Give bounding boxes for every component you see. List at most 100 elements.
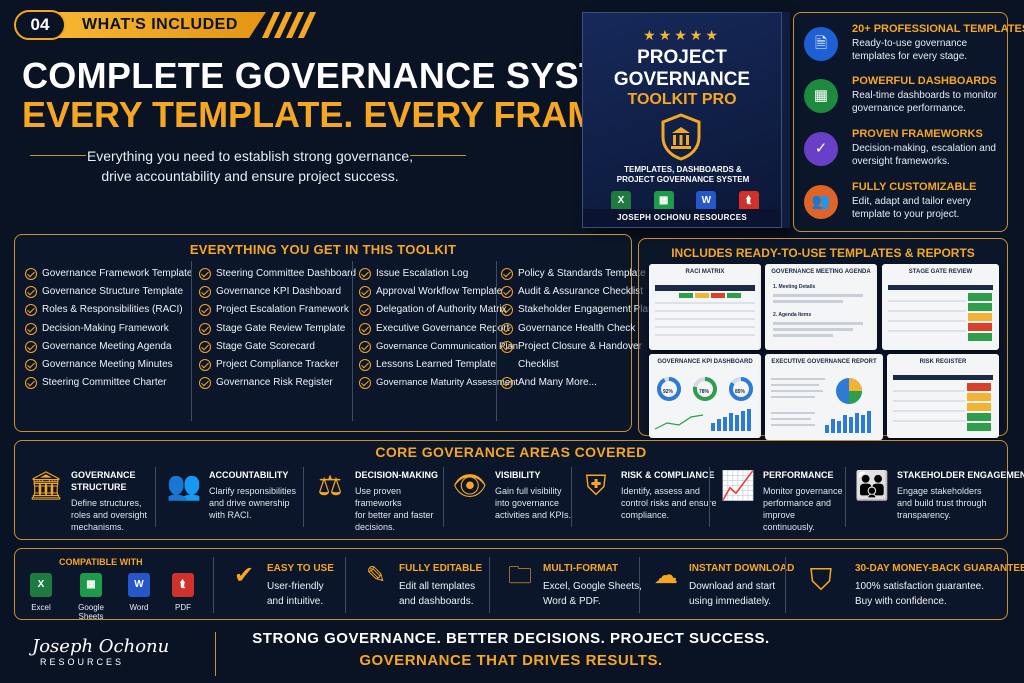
area-divider xyxy=(571,467,572,527)
check-icon xyxy=(359,340,371,353)
benefits-strip: COMPATIBLE WITH X Excel ▦ Google Sheets WW… xyxy=(14,548,1024,621)
area-divider xyxy=(155,467,156,527)
toolkit-list-panel: EVERYTHING YOU GET IN THIS TOOLKIT Gover… xyxy=(14,234,654,432)
check-icon xyxy=(359,304,371,317)
feature-dashboards: ▦ POWERFUL DASHBOARDS Real-time dashboar… xyxy=(804,75,1004,125)
list-item: Audit & Assurance Checklist xyxy=(501,283,654,301)
check-icon xyxy=(25,304,37,317)
footer-tagline: STRONG GOVERNANCE. BETTER DECISIONS. PRO… xyxy=(252,630,770,647)
check-icon xyxy=(199,340,211,353)
areas-title: CORE GOVERANCE AREAS COVERED xyxy=(375,444,647,460)
list-item: Governance Meeting Agenda xyxy=(25,338,192,356)
thumb-meeting-agenda: GOVERNANCE MEETING AGENDA 1. Meeting Det… xyxy=(765,264,877,350)
list-item: Governance Risk Register xyxy=(199,374,356,392)
thumb-stage-gate-review: STAGE GATE REVIEW xyxy=(882,264,999,350)
templates-panel: INCLUDES READY-TO-USE TEMPLATES & REPORT… xyxy=(638,238,1008,440)
features-panel: 🗎 20+ PROFESSIONAL TEMPLATES Ready-to-us… xyxy=(793,12,1024,232)
compatible-title: COMPATIBLE WITH xyxy=(59,557,143,567)
chart-monitor-icon: 📈 xyxy=(720,470,756,501)
check-icon xyxy=(199,304,211,317)
box-footer: JOSEPH OCHONU RESOURCES xyxy=(583,209,781,227)
check-icon xyxy=(199,268,211,280)
excel-icon: X xyxy=(30,573,52,597)
check-icon xyxy=(359,358,371,371)
check-icon xyxy=(359,268,371,280)
list-item: Policy & Standards Template xyxy=(501,265,654,283)
compat-word: W Word xyxy=(119,573,159,612)
raci-table-graphic xyxy=(655,285,755,336)
list-item: Governance Framework Template xyxy=(25,265,192,283)
box-app-icons: X ▦ W ⮬ xyxy=(611,191,759,211)
area-decision-making: ⚖ DECISION-MAKING Use proven frameworks f… xyxy=(311,465,445,539)
toolkit-column-1: Governance Framework Template Governance… xyxy=(25,265,192,392)
list-item: Steering Committee Charter xyxy=(25,374,192,392)
toolkit-column-4: Policy & Standards Template Audit & Assu… xyxy=(501,265,654,392)
list-item: Governance Structure Template xyxy=(25,283,192,301)
risk-register-graphic xyxy=(893,375,993,431)
area-risk-compliance: ⛨ RISK & COMPLIANCE Identify, assess and… xyxy=(577,465,717,539)
area-stakeholder-engagement: 👪 STAKEHOLDER ENGAGEMENT Engage stakehol… xyxy=(853,465,1024,539)
benefit-fully-editable: ✎ FULLY EDITABLE Edit all templates and d… xyxy=(361,557,491,615)
rating-stars: ★★★★★ xyxy=(643,27,721,43)
benefit-divider xyxy=(345,557,346,613)
group-icon: 👪 xyxy=(854,470,890,501)
feature-customizable: 👥 FULLY CUSTOMIZABLE Edit, adapt and tai… xyxy=(804,181,1004,231)
benefit-easy-to-use: ✔ EASY TO USE User-friendly and intuitive… xyxy=(229,557,349,615)
box-title: PROJECT GOVERNANCE xyxy=(613,47,751,90)
check-icon xyxy=(25,358,37,371)
list-item: Governance Maturity Assessment xyxy=(359,374,518,392)
shield-check-icon: ⛉ xyxy=(809,564,833,597)
check-icon xyxy=(359,377,371,390)
check-icon xyxy=(199,358,211,371)
check-icon xyxy=(25,322,37,335)
product-box: ★★★★★ PROJECT GOVERNANCE TOOLKIT PRO TEM… xyxy=(582,12,782,228)
governance-areas-panel: CORE GOVERANCE AREAS COVERED 🏛 GOVERNANC… xyxy=(14,440,1024,540)
check-icon xyxy=(25,286,37,299)
spreadsheet-icon: ▦ xyxy=(804,79,838,113)
benefit-money-back: ⛉ 30-DAY MONEY-BACK GUARANTEE 100% satis… xyxy=(801,557,1024,615)
shield-gear-icon: ⛨ xyxy=(585,470,607,501)
templates-title: INCLUDES READY-TO-USE TEMPLATES & REPORT… xyxy=(671,246,975,260)
list-item: Project Escalation Framework xyxy=(199,301,356,319)
benefit-multi-format: 🗀 MULTI-FORMAT Excel, Google Sheets, Word… xyxy=(505,557,645,615)
list-item: Governance KPI Dashboard xyxy=(199,283,356,301)
check-icon xyxy=(25,268,37,280)
headline-line1: COMPLETE GOVERNANCE SYSTEM. xyxy=(22,55,667,96)
pencil-icon: ✎ xyxy=(365,562,387,589)
check-icon xyxy=(359,286,371,299)
area-divider xyxy=(709,467,710,527)
brand-signature: Joseph Ochonu xyxy=(32,636,170,657)
check-icon xyxy=(199,377,211,390)
section-number: 04 xyxy=(14,10,66,40)
benefit-instant-download: ☁ INSTANT DOWNLOAD Download and start usi… xyxy=(651,557,794,615)
word-icon: W xyxy=(128,573,150,597)
footer-slogan: GOVERNANCE THAT DRIVES RESULTS. xyxy=(359,652,663,669)
google-sheets-icon: ▦ xyxy=(653,191,674,211)
list-item: Stakeholder Engagement Plan xyxy=(501,301,654,319)
check-icon xyxy=(501,340,513,353)
check-icon xyxy=(25,377,37,390)
check-icon xyxy=(501,286,513,299)
benefit-divider xyxy=(785,557,786,613)
excel-icon: X xyxy=(611,191,631,211)
compat-pdf: ⮬ PDF xyxy=(163,573,203,612)
thumb-executive-report: EXECUTIVE GOVERNANCE REPORT xyxy=(765,354,883,440)
benefit-divider xyxy=(213,557,214,613)
list-item: And Many More... xyxy=(501,374,654,392)
list-item-continued: Checklist xyxy=(518,358,559,370)
list-item: Decision-Making Framework xyxy=(25,320,192,338)
check-icon xyxy=(25,340,37,353)
people-icon: 👥 xyxy=(166,470,202,501)
shield-check-icon: ✓ xyxy=(804,132,838,166)
check-icon xyxy=(501,268,513,280)
thumb-kpi-dashboard: GOVERNANCE KPI DASHBOARD 92% 78% 85% xyxy=(649,354,761,438)
stage-gate-graphic xyxy=(888,285,993,341)
thumb-risk-register: RISK REGISTER xyxy=(887,354,999,438)
executive-report-graphic xyxy=(771,378,871,433)
check-circle-icon: ✔ xyxy=(233,562,255,589)
list-item: Stage Gate Review Template xyxy=(199,320,356,338)
check-icon xyxy=(501,377,513,390)
folder-download-icon: 🗀 xyxy=(508,562,532,589)
check-icon xyxy=(199,322,211,335)
list-item: Executive Governance Report xyxy=(359,320,518,338)
